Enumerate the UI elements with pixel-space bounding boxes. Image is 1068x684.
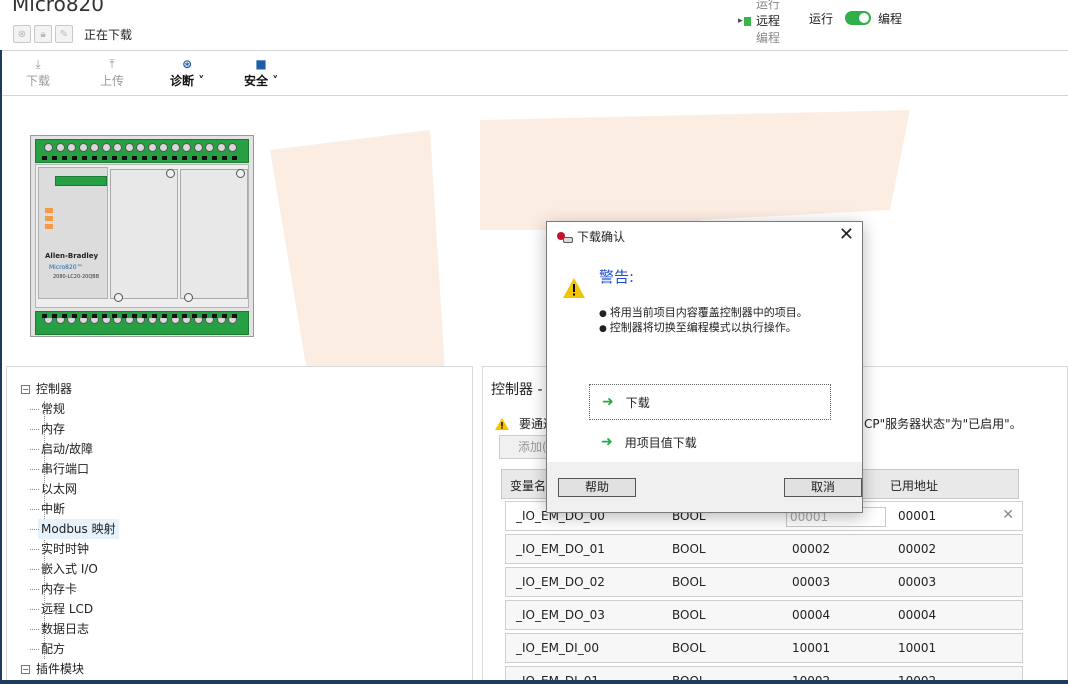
tree-item[interactable]: 配方 bbox=[21, 639, 119, 659]
close-icon[interactable]: ✕ bbox=[839, 224, 854, 245]
run-label: 运行 bbox=[809, 12, 834, 26]
edit-icon[interactable]: ✎ bbox=[55, 25, 73, 43]
tree-node-plugin-modules[interactable]: − 插件模块 bbox=[21, 659, 119, 679]
pulse-icon: ⊛ bbox=[182, 57, 193, 71]
warning-icon bbox=[495, 417, 509, 430]
window-edge bbox=[0, 50, 2, 684]
project-tree: − 控制器 常规 内存 启动/故障 串行端口 以太网 中断 Modbus 映射 实… bbox=[21, 379, 119, 679]
download-status: 正在下载 bbox=[84, 27, 133, 42]
column-used-address[interactable]: 已用地址 bbox=[890, 477, 938, 494]
collapse-icon[interactable]: − bbox=[21, 384, 30, 394]
upload-icon: ⤒ bbox=[109, 57, 115, 71]
tree-item[interactable]: 实时时钟 bbox=[21, 539, 119, 559]
close-circle-icon[interactable]: ⊗ bbox=[13, 25, 31, 43]
divider bbox=[0, 50, 1068, 51]
download-icon: ⤓ bbox=[35, 57, 41, 71]
window-edge bbox=[0, 680, 1068, 684]
column-var-name[interactable]: 变量名 bbox=[510, 477, 546, 494]
mode-remote: 远程 bbox=[738, 13, 798, 30]
panel-warning-tail: CP"服务器状态"为"已启用"。 bbox=[864, 417, 1022, 431]
upload-label: 上传 bbox=[100, 74, 125, 88]
table-row[interactable]: _IO_EM_DO_02 BOOL 00003 00003 bbox=[505, 567, 1023, 597]
table-row[interactable]: _IO_EM_DO_03 BOOL 00004 00004 bbox=[505, 600, 1023, 630]
device-model: Micro820™ bbox=[49, 264, 83, 271]
mode-program: 编程 bbox=[756, 31, 781, 45]
download-button[interactable]: ⤓ 下载 bbox=[26, 56, 50, 89]
terminal-block-top bbox=[35, 139, 249, 163]
lock-icon[interactable]: 🔒︎ bbox=[34, 25, 52, 43]
tree-node-controller[interactable]: − 控制器 bbox=[21, 379, 119, 399]
mode-indicator: 运行 远程 编程 bbox=[738, 0, 798, 47]
tree-item[interactable]: 嵌入式 I/O bbox=[21, 559, 119, 579]
tree-item[interactable]: 以太网 bbox=[21, 479, 119, 499]
controller-image: Allen-Bradley Micro820™ 2080-LC20-20QBB bbox=[30, 135, 254, 337]
device-part-number: 2080-LC20-20QBB bbox=[53, 274, 100, 280]
table-row[interactable]: _IO_EM_DI_00 BOOL 10001 10001 bbox=[505, 633, 1023, 663]
lock-icon: ■ bbox=[255, 57, 267, 71]
tree-item[interactable]: 内存 bbox=[21, 419, 119, 439]
tree-item[interactable]: 常规 bbox=[21, 399, 119, 419]
cancel-button[interactable]: 取消 bbox=[784, 478, 862, 497]
download-option[interactable]: ➜ 下载 bbox=[589, 384, 831, 420]
diagnose-label: 诊断 ˅ bbox=[170, 74, 205, 88]
table-row[interactable]: _IO_EM_DO_01 BOOL 00002 00002 bbox=[505, 534, 1023, 564]
upload-button[interactable]: ⤒ 上传 bbox=[100, 56, 124, 89]
tree-item[interactable]: 串行端口 bbox=[21, 459, 119, 479]
tree-item-selected[interactable]: Modbus 映射 bbox=[21, 519, 119, 539]
app-title: Micro820 bbox=[12, 0, 105, 16]
download-label: 下载 bbox=[26, 74, 51, 88]
dialog-title: 下载确认 bbox=[577, 230, 626, 244]
tree-item[interactable]: 中断 bbox=[21, 499, 119, 519]
run-program-toggle[interactable] bbox=[845, 11, 871, 25]
app-icon bbox=[557, 231, 573, 243]
collapse-icon[interactable]: − bbox=[21, 664, 30, 674]
arrow-right-icon: ➜ bbox=[601, 434, 613, 450]
brand-logo: Allen-Bradley bbox=[45, 252, 99, 260]
header-button-group: ⊗ 🔒︎ ✎ 正在下载 bbox=[13, 25, 132, 43]
program-label: 编程 bbox=[878, 12, 903, 26]
dialog-footer: 帮助 取消 bbox=[547, 462, 862, 512]
warning-messages: 将用当前项目内容覆盖控制器中的项目。 控制器将切换至编程模式以执行操作。 bbox=[599, 306, 808, 336]
help-button[interactable]: 帮助 bbox=[558, 478, 636, 497]
security-label: 安全 ˅ bbox=[244, 74, 279, 88]
arrow-right-icon: ➜ bbox=[602, 394, 614, 410]
diagnose-button[interactable]: ⊛ 诊断 ˅ bbox=[170, 56, 204, 89]
download-with-values-option[interactable]: ➜ 用项目值下载 bbox=[589, 424, 831, 460]
divider bbox=[0, 95, 1068, 96]
tree-item[interactable]: 数据日志 bbox=[21, 619, 119, 639]
warning-icon bbox=[563, 278, 585, 298]
tree-item[interactable]: 远程 LCD bbox=[21, 599, 119, 619]
security-button[interactable]: ■ 安全 ˅ bbox=[244, 56, 278, 89]
tree-item[interactable]: 启动/故障 bbox=[21, 439, 119, 459]
mode-run: 运行 bbox=[756, 0, 781, 11]
dialog-title-bar: 下载确认 bbox=[557, 228, 625, 245]
warning-label: 警告: bbox=[599, 268, 635, 286]
download-confirm-dialog: 下载确认 ✕ 警告: 将用当前项目内容覆盖控制器中的项目。 控制器将切换至编程模… bbox=[546, 221, 863, 513]
delete-row-icon[interactable]: ✕ bbox=[1002, 507, 1014, 523]
tree-item[interactable]: 内存卡 bbox=[21, 579, 119, 599]
project-tree-panel: − 控制器 常规 内存 启动/故障 串行端口 以太网 中断 Modbus 映射 实… bbox=[6, 366, 473, 684]
terminal-block-bottom bbox=[35, 311, 249, 335]
warning-message: 控制器将切换至编程模式以执行操作。 bbox=[599, 321, 808, 336]
panel-title: 控制器 - bbox=[491, 382, 543, 398]
warning-message: 将用当前项目内容覆盖控制器中的项目。 bbox=[599, 306, 808, 321]
